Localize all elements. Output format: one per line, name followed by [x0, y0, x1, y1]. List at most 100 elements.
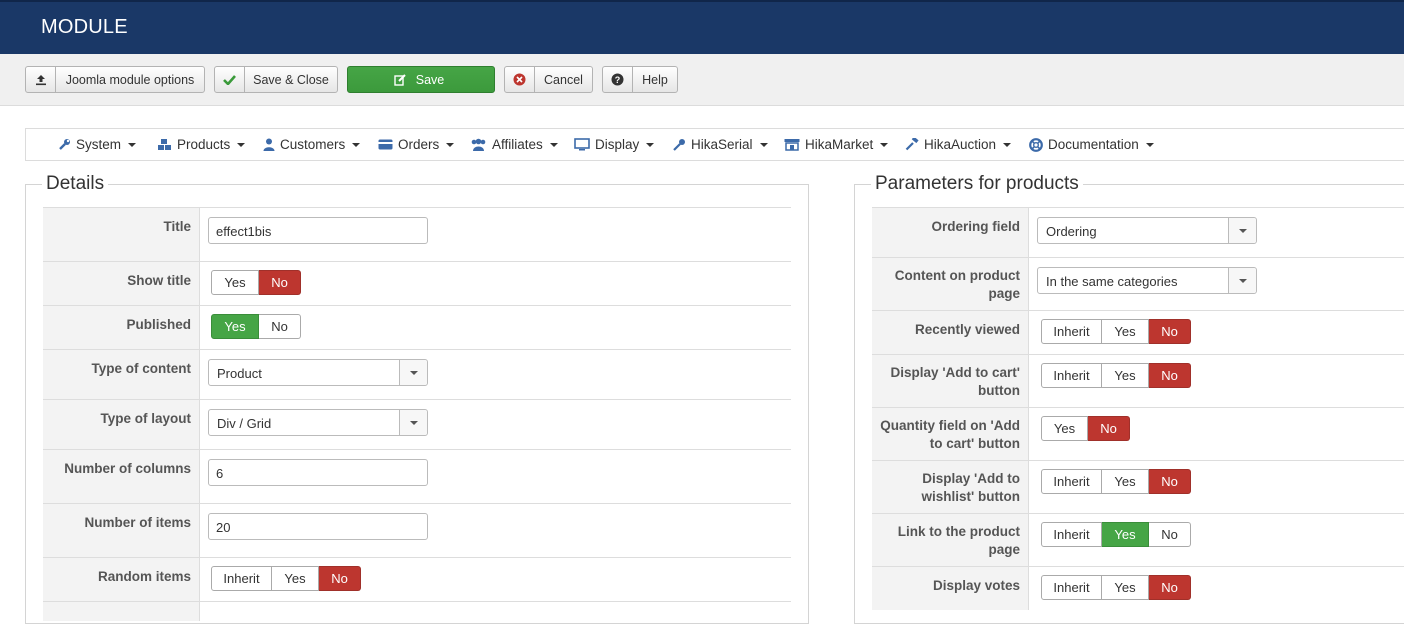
show-title-toggle: Yes No: [211, 270, 301, 295]
add-cart-toggle: Inherit Yes No: [1041, 363, 1191, 388]
toolbar: Joomla module options Save & Close Save …: [0, 54, 1404, 106]
help-label: Help: [642, 72, 668, 87]
wishlist-toggle: Inherit Yes No: [1041, 469, 1191, 494]
published-no[interactable]: No: [259, 314, 301, 339]
row-recent: Recently viewed Inherit Yes No: [872, 310, 1404, 354]
menu-hikaserial[interactable]: HikaSerial: [672, 137, 768, 152]
cancel-icon: [505, 67, 535, 92]
title-label: Title: [163, 219, 191, 234]
menu-documentation[interactable]: Documentation: [1029, 137, 1154, 152]
wishlist-label: Display 'Add to wishlist' button: [921, 471, 1020, 504]
row-link: Link to the product page Inherit Yes No: [872, 513, 1404, 566]
ordering-select[interactable]: Ordering: [1037, 217, 1257, 244]
votes-inherit[interactable]: Inherit: [1041, 575, 1102, 600]
row-votes: Display votes Inherit Yes No: [872, 566, 1404, 610]
wishlist-yes[interactable]: Yes: [1102, 469, 1149, 494]
wishlist-inherit[interactable]: Inherit: [1041, 469, 1102, 494]
link-label: Link to the product page: [897, 524, 1020, 557]
votes-label: Display votes: [932, 578, 1020, 593]
check-icon: [215, 67, 245, 92]
row-title: Title effect1bis: [43, 207, 791, 261]
save-label: Save: [415, 72, 445, 87]
details-legend: Details: [42, 173, 109, 195]
row-content: Content on product page In the same cate…: [872, 257, 1404, 310]
row-qty: Quantity field on 'Add to cart' button Y…: [872, 407, 1404, 460]
gavel-icon: [905, 138, 919, 151]
items-label: Number of items: [84, 515, 191, 530]
save-button[interactable]: Save: [347, 66, 495, 93]
qty-yes[interactable]: Yes: [1041, 416, 1088, 441]
row-items: Number of items 20: [43, 503, 791, 557]
add-cart-no[interactable]: No: [1149, 363, 1191, 388]
wishlist-no[interactable]: No: [1149, 469, 1191, 494]
key-icon: [673, 139, 685, 151]
menu-hikamarket[interactable]: HikaMarket: [784, 137, 889, 152]
credit-card-icon: [378, 139, 393, 150]
published-label: Published: [126, 317, 191, 332]
votes-yes[interactable]: Yes: [1102, 575, 1149, 600]
row-type-content: Type of content Product: [43, 349, 791, 399]
random-label: Random items: [97, 569, 191, 584]
add-cart-yes[interactable]: Yes: [1102, 363, 1149, 388]
row-partial: [43, 601, 791, 621]
content-select[interactable]: In the same categories: [1037, 267, 1257, 294]
qty-no[interactable]: No: [1088, 416, 1130, 441]
recent-toggle: Inherit Yes No: [1041, 319, 1191, 344]
add-cart-label: Display 'Add to cart' button: [890, 365, 1020, 398]
monitor-icon: [574, 138, 590, 151]
cancel-label: Cancel: [544, 72, 583, 87]
menu-products[interactable]: Products: [157, 137, 246, 152]
menu-customers[interactable]: Customers: [263, 137, 361, 152]
show-title-label: Show title: [127, 273, 191, 288]
published-yes[interactable]: Yes: [211, 314, 259, 339]
qty-toggle: Yes No: [1041, 416, 1130, 441]
type-layout-select[interactable]: Div / Grid: [208, 409, 428, 436]
menu-system[interactable]: System: [58, 137, 137, 152]
recent-no[interactable]: No: [1149, 319, 1191, 344]
chevron-down-icon: [399, 410, 427, 435]
params-legend: Parameters for products: [871, 173, 1083, 195]
edit-icon: [394, 73, 406, 86]
menu-display[interactable]: Display: [574, 137, 655, 152]
type-content-select[interactable]: Product: [208, 359, 428, 386]
type-layout-label: Type of layout: [100, 411, 191, 426]
link-no[interactable]: No: [1149, 522, 1191, 547]
show-title-no[interactable]: No: [259, 270, 301, 295]
random-yes[interactable]: Yes: [272, 566, 319, 591]
page-title: MODULE: [41, 16, 128, 38]
link-yes[interactable]: Yes: [1102, 522, 1149, 547]
users-icon: [471, 138, 486, 151]
content-label: Content on product page: [894, 268, 1020, 301]
row-columns: Number of columns 6: [43, 449, 791, 503]
votes-no[interactable]: No: [1149, 575, 1191, 600]
row-wishlist: Display 'Add to wishlist' button Inherit…: [872, 460, 1404, 513]
qty-label: Quantity field on 'Add to cart' button: [880, 418, 1020, 451]
menu-affiliates[interactable]: Affiliates: [470, 137, 558, 152]
chevron-down-icon: [1228, 268, 1256, 293]
cancel-button[interactable]: Cancel: [504, 66, 593, 93]
title-input[interactable]: effect1bis: [208, 217, 428, 244]
joomla-module-options-label: Joomla module options: [65, 72, 195, 87]
menu-orders[interactable]: Orders: [378, 137, 455, 152]
items-input[interactable]: 20: [208, 513, 428, 540]
link-inherit[interactable]: Inherit: [1041, 522, 1102, 547]
add-cart-inherit[interactable]: Inherit: [1041, 363, 1102, 388]
menu-hikaauction[interactable]: HikaAuction: [905, 137, 1012, 152]
random-toggle: Inherit Yes No: [211, 566, 361, 591]
random-no[interactable]: No: [319, 566, 361, 591]
help-button[interactable]: ? Help: [602, 66, 678, 93]
recent-yes[interactable]: Yes: [1102, 319, 1149, 344]
random-inherit[interactable]: Inherit: [211, 566, 272, 591]
chevron-down-icon: [1228, 218, 1256, 243]
chevron-down-icon: [399, 360, 427, 385]
svg-text:?: ?: [615, 75, 621, 85]
save-close-button[interactable]: Save & Close: [214, 66, 338, 93]
joomla-module-options-button[interactable]: Joomla module options: [25, 66, 205, 93]
columns-input[interactable]: 6: [208, 459, 428, 486]
show-title-yes[interactable]: Yes: [211, 270, 259, 295]
recent-inherit[interactable]: Inherit: [1041, 319, 1102, 344]
row-random: Random items Inherit Yes No: [43, 557, 791, 601]
votes-toggle: Inherit Yes No: [1041, 575, 1191, 600]
main-menu: System Products Customers Orders Affilia…: [25, 128, 1404, 161]
published-toggle: Yes No: [211, 314, 301, 339]
